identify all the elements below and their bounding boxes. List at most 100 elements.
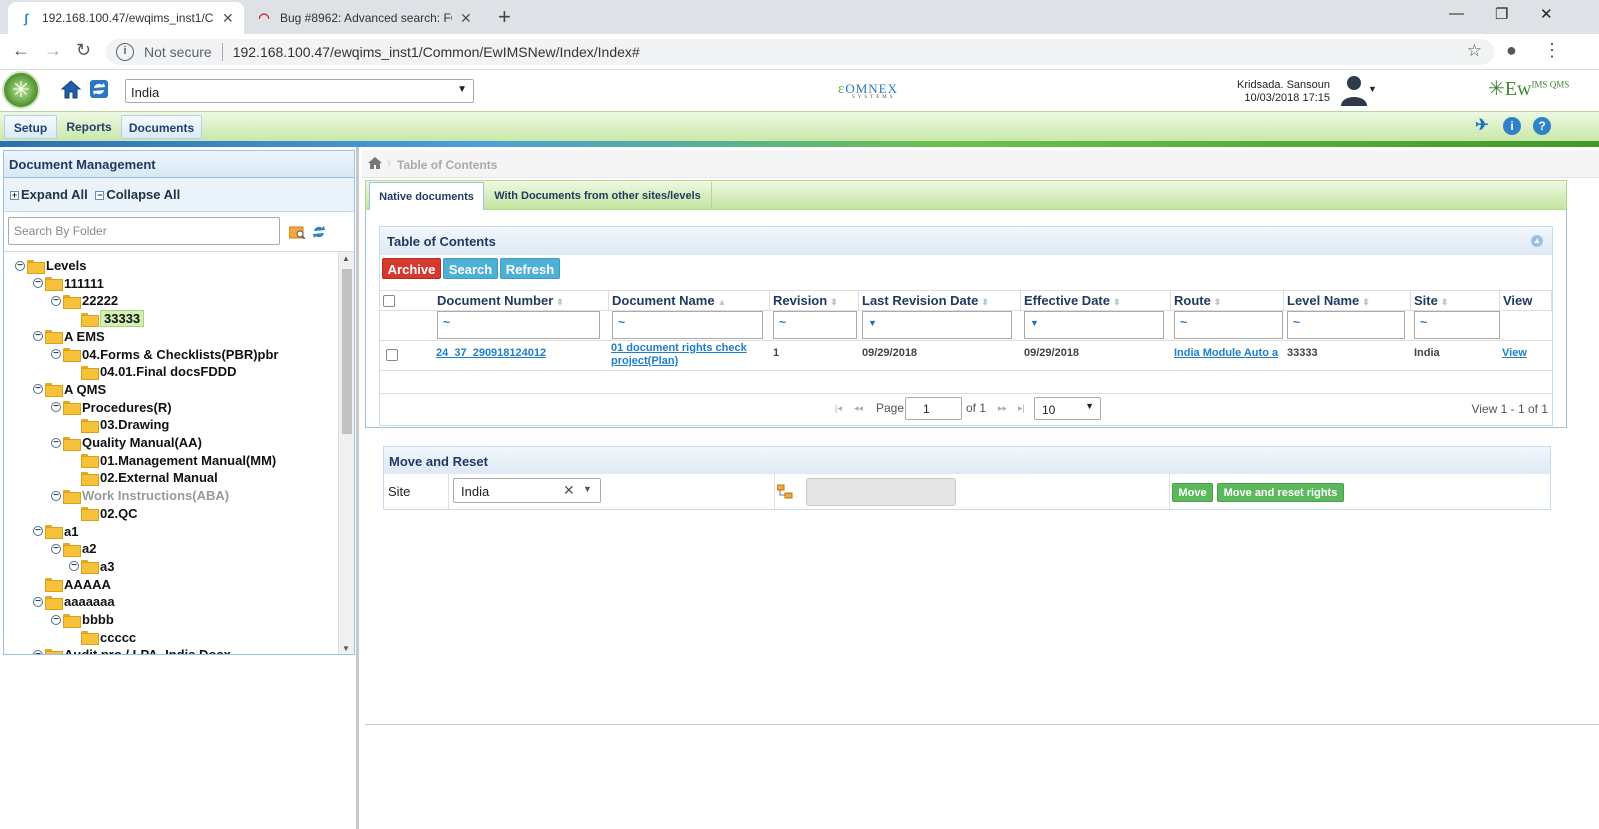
tree-node[interactable]: − A QMS	[33, 381, 106, 398]
bookmark-star-icon[interactable]: ☆	[1467, 41, 1482, 61]
next-page-icon[interactable]: ▸▸	[998, 403, 1007, 414]
tree-node[interactable]: ccccc	[69, 629, 136, 646]
search-folder-input[interactable]	[8, 217, 280, 245]
tree-toggle-icon[interactable]: −	[51, 295, 61, 306]
archive-button[interactable]: Archive	[382, 258, 441, 279]
contains-filter-icon[interactable]: ~	[1420, 315, 1427, 329]
tree-toggle-icon[interactable]: −	[51, 490, 61, 501]
tree-toggle-icon[interactable]: −	[51, 614, 61, 625]
move-reset-rights-button[interactable]: Move and reset rights	[1217, 483, 1344, 502]
breadcrumb-home-icon[interactable]	[368, 157, 382, 169]
tree-toggle-icon[interactable]: −	[33, 596, 43, 607]
tree-toggle-icon[interactable]: −	[33, 278, 43, 289]
site-select[interactable]: India ▼	[125, 79, 474, 103]
tree-node[interactable]: 01.Management Manual(MM)	[69, 452, 276, 469]
tree-node[interactable]: − 22222	[51, 292, 118, 309]
search-button[interactable]: Search	[443, 258, 498, 279]
user-avatar-icon[interactable]	[1340, 74, 1368, 106]
back-icon[interactable]: ←	[12, 40, 30, 61]
expand-all-button[interactable]: + Expand All	[10, 187, 88, 202]
tree-node[interactable]: − a2	[51, 540, 96, 557]
folder-search-icon[interactable]	[289, 225, 305, 239]
tab-other-sites[interactable]: With Documents from other sites/levels	[484, 182, 712, 210]
first-page-icon[interactable]: |◂	[835, 403, 842, 414]
pin-icon[interactable]: ✈	[1473, 117, 1491, 135]
scroll-up-icon[interactable]: ▲	[342, 254, 350, 263]
filter-input-doc-number[interactable]: ~	[437, 311, 600, 339]
help-icon[interactable]: ?	[1533, 117, 1551, 135]
tree-toggle-icon[interactable]: −	[51, 402, 61, 413]
sort-icon[interactable]: ⬍	[1441, 297, 1449, 307]
tree-node[interactable]: − Procedures(R)	[51, 399, 172, 416]
filter-input-route[interactable]: ~	[1174, 311, 1283, 339]
scroll-down-icon[interactable]: ▼	[342, 644, 350, 653]
browser-tab-active[interactable]: ʃ 192.168.100.47/ewqims_inst1/Co ✕	[8, 2, 244, 34]
contains-filter-icon[interactable]: ~	[443, 315, 450, 329]
column-header-effective-date[interactable]: Effective Date ⬍	[1021, 290, 1171, 310]
tree-node[interactable]: − bbbb	[51, 611, 114, 628]
contains-filter-icon[interactable]: ~	[779, 315, 786, 329]
tab-native-documents[interactable]: Native documents	[369, 182, 484, 210]
reload-icon[interactable]: ↻	[76, 40, 91, 61]
select-all-checkbox[interactable]	[383, 295, 395, 307]
collapse-panel-icon[interactable]: ▲	[1531, 235, 1543, 247]
contains-filter-icon[interactable]: ~	[618, 315, 625, 329]
tree-node[interactable]: 02.QC	[69, 505, 138, 522]
info-icon[interactable]: i	[116, 43, 134, 61]
filter-funnel-icon[interactable]: ▼	[1030, 318, 1039, 328]
move-site-select[interactable]: India ✕ ▼	[453, 478, 601, 503]
sort-icon[interactable]: ⬍	[556, 297, 564, 307]
filter-funnel-icon[interactable]: ▼	[868, 318, 877, 328]
sort-icon[interactable]: ▲	[718, 297, 727, 307]
info-circle-icon[interactable]: i	[1503, 117, 1521, 135]
column-header-route[interactable]: Route ⬍	[1171, 290, 1284, 310]
collapse-all-button[interactable]: − Collapse All	[95, 187, 180, 202]
refresh-tree-icon[interactable]	[311, 224, 327, 240]
filter-input-last-rev-date[interactable]: ▼	[862, 311, 1012, 339]
tree-node[interactable]: − a3	[69, 558, 114, 575]
window-close-icon[interactable]: ✕	[1540, 5, 1553, 23]
tree-node[interactable]: − Levels	[15, 257, 86, 274]
tree-toggle-icon[interactable]: −	[33, 649, 43, 654]
tree-node[interactable]: 02.External Manual	[69, 469, 218, 486]
menu-reports[interactable]: Reports	[58, 115, 120, 139]
tree-toggle-icon[interactable]: −	[33, 526, 43, 536]
move-button[interactable]: Move	[1172, 483, 1213, 502]
tree-toggle-icon[interactable]: −	[51, 349, 61, 359]
column-header-view[interactable]: View	[1500, 290, 1552, 310]
contains-filter-icon[interactable]: ~	[1293, 315, 1300, 329]
url-bar[interactable]: i Not secure 192.168.100.47/ewqims_inst1…	[106, 39, 1494, 65]
forward-icon[interactable]: →	[44, 40, 62, 61]
tree-node[interactable]: − Quality Manual(AA)	[51, 434, 202, 451]
browser-tab-bug[interactable]: ◠ Bug #8962: Advanced search: FO ✕	[246, 2, 482, 34]
tree-node[interactable]: − 04.Forms & Checklists(PBR)pbr	[51, 346, 279, 363]
column-header-site[interactable]: Site ⬍	[1411, 290, 1500, 310]
tree-toggle-icon[interactable]: −	[33, 331, 43, 342]
tree-node[interactable]: AAAAA	[33, 576, 111, 593]
refresh-button[interactable]: Refresh	[500, 258, 560, 279]
minimize-icon[interactable]: —	[1449, 5, 1464, 22]
filter-input-revision[interactable]: ~	[773, 311, 857, 339]
menu-documents[interactable]: Documents	[121, 115, 202, 139]
clear-selection-icon[interactable]: ✕	[563, 482, 575, 499]
browser-menu-icon[interactable]: ⋮	[1543, 40, 1561, 61]
doc-name-link[interactable]: 01 document rights check project(Plan)	[611, 342, 747, 368]
column-header-level-name[interactable]: Level Name ⬍	[1284, 290, 1411, 310]
column-header-last-rev-date[interactable]: Last Revision Date ⬍	[859, 290, 1021, 310]
tree-toggle-icon[interactable]: −	[15, 260, 25, 271]
close-tab-icon[interactable]: ✕	[460, 10, 472, 27]
tree-node[interactable]: − aaaaaaa	[33, 593, 115, 610]
user-menu-caret-icon[interactable]: ▼	[1368, 84, 1377, 94]
column-header-revision[interactable]: Revision ⬍	[770, 290, 859, 310]
filter-input-doc-name[interactable]: ~	[612, 311, 763, 339]
tree-node[interactable]: 03.Drawing	[69, 416, 169, 433]
scroll-thumb[interactable]	[342, 269, 352, 434]
close-tab-icon[interactable]: ✕	[222, 10, 234, 27]
account-icon[interactable]: ●	[1506, 40, 1517, 61]
tree-toggle-icon[interactable]: −	[33, 384, 43, 395]
column-header-doc-name[interactable]: Document Name ▲	[609, 290, 770, 310]
route-link[interactable]: India Module Auto a	[1174, 347, 1284, 367]
breadcrumb-current[interactable]: Table of Contents	[397, 158, 497, 172]
sort-icon[interactable]: ⬍	[1214, 297, 1222, 307]
contains-filter-icon[interactable]: ~	[1180, 315, 1187, 329]
